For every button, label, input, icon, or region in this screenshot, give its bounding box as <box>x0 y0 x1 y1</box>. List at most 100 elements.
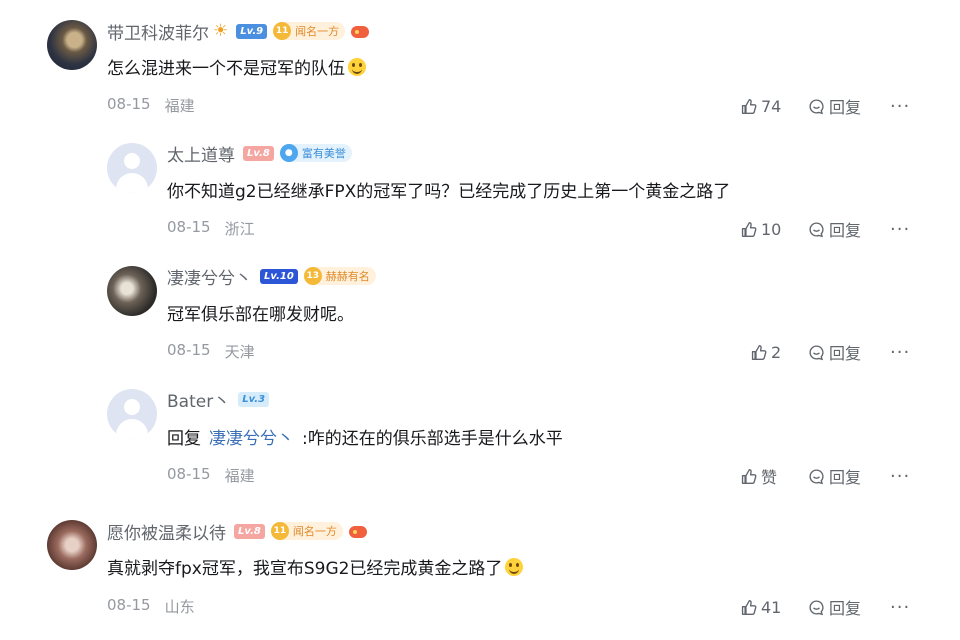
fan-medal: 13 赫赫有名 <box>303 267 376 285</box>
like-button[interactable]: 赞 <box>740 464 808 488</box>
level-badge: Lv.9 <box>236 23 268 39</box>
username[interactable]: 愿你被温柔以待 <box>107 519 226 544</box>
comment-text: 冠军俱乐部在哪发财呢。 <box>167 300 354 325</box>
more-dots-icon[interactable]: ··· <box>890 597 910 618</box>
reply-prefix: 回复 <box>167 429 201 449</box>
sun-icon: ☀ <box>213 21 229 41</box>
reply-button[interactable]: 回复 <box>808 340 890 364</box>
reply-bubble-icon <box>809 468 824 484</box>
comment-date: 08-15 <box>107 596 151 614</box>
comment-text-body: :咋的还在的俱乐部选手是什么水平 <box>302 429 563 449</box>
like-count: 41 <box>761 597 782 617</box>
like-count: 赞 <box>761 468 778 487</box>
comment-text-body: 怎么混进来一个不是冠军的队伍 <box>107 59 345 79</box>
comment-meta: 08-15 福建 <box>107 95 195 116</box>
avatar[interactable] <box>47 20 97 70</box>
mention-link[interactable]: 凄凄兮兮丶 <box>209 424 294 449</box>
level-badge: Lv.10 <box>260 268 298 284</box>
name-row: 凄凄兮兮丶 Lv.10 13 赫赫有名 <box>167 264 376 289</box>
level-badge: Lv.3 <box>238 391 270 407</box>
name-row: 愿你被温柔以待 Lv.8 11 闻名一方 <box>107 519 367 544</box>
fan-medal: 11 闻名一方 <box>270 522 343 540</box>
comment-actions: 41 回复 ··· <box>740 595 910 619</box>
avatar[interactable] <box>107 266 157 316</box>
like-count: 2 <box>771 342 782 362</box>
more-dots-icon[interactable]: ··· <box>890 96 910 117</box>
thumbs-up-icon <box>741 98 757 114</box>
comment-text: 怎么混进来一个不是冠军的队伍 <box>107 54 366 79</box>
reply-bubble-icon <box>809 599 824 615</box>
comment-text: 你不知道g2已经继承FPX的冠军了吗？已经完成了历史上第一个黄金之路了 <box>167 177 730 202</box>
more-dots-icon[interactable]: ··· <box>890 342 910 363</box>
gamepad-icon <box>348 526 367 538</box>
comment-meta: 08-15 天津 <box>167 341 255 362</box>
gamepad-icon <box>351 26 370 38</box>
medal-label: 赫赫有名 <box>325 270 370 283</box>
avatar[interactable] <box>107 389 157 439</box>
comment-meta: 08-15 福建 <box>167 465 255 486</box>
thumbs-up-icon <box>741 221 757 237</box>
level-badge: Lv.8 <box>243 145 274 161</box>
medal-coin-icon: 11 <box>270 522 289 540</box>
reply-label: 回复 <box>829 221 862 240</box>
like-button[interactable]: 74 <box>740 97 808 116</box>
comment-location: 福建 <box>164 97 195 115</box>
name-row: Bater丶 Lv.3 <box>167 387 270 412</box>
reply-bubble-icon <box>809 344 824 360</box>
username[interactable]: 带卫科波菲尔 <box>107 19 209 44</box>
comment-date: 08-15 <box>107 95 151 113</box>
comment-date: 08-15 <box>167 465 211 483</box>
more-dots-icon[interactable]: ··· <box>890 466 910 487</box>
username[interactable]: 太上道尊 <box>167 141 235 166</box>
comment-actions: 赞 回复 ··· <box>740 464 910 488</box>
reply-button[interactable]: 回复 <box>808 464 890 488</box>
location-pin-icon: ● <box>279 144 298 162</box>
medal-label: 富有美誉 <box>301 147 346 160</box>
comment-date: 08-15 <box>167 341 211 359</box>
comment-location: 福建 <box>224 467 255 485</box>
reply-button[interactable]: 回复 <box>808 94 890 118</box>
avatar[interactable] <box>107 143 157 193</box>
reply-button[interactable]: 回复 <box>808 595 890 619</box>
name-row: 带卫科波菲尔 ☀ Lv.9 11 闻名一方 <box>107 19 370 44</box>
comment-date: 08-15 <box>167 218 211 236</box>
comment-actions: 2 回复 ··· <box>740 340 910 364</box>
comment-text-body: 你不知道g2已经继承FPX的冠军了吗？已经完成了历史上第一个黄金之路了 <box>167 182 731 202</box>
name-row: 太上道尊 Lv.8 ● 富有美誉 <box>167 141 352 166</box>
reply-label: 回复 <box>829 344 862 363</box>
like-button[interactable]: 41 <box>740 598 808 617</box>
comment-text: 回复 凄凄兮兮丶 :咋的还在的俱乐部选手是什么水平 <box>167 424 563 449</box>
avatar[interactable] <box>47 520 97 570</box>
medal-coin-icon: 13 <box>303 267 322 285</box>
comment-meta: 08-15 浙江 <box>167 218 255 239</box>
comment-actions: 74 回复 ··· <box>740 94 910 118</box>
smiley-emoji-icon <box>348 57 366 76</box>
comment-actions: 10 回复 ··· <box>740 217 910 241</box>
smiley-emoji-icon <box>505 557 524 576</box>
fan-medal: ● 富有美誉 <box>279 144 352 162</box>
like-button[interactable]: 2 <box>740 343 808 362</box>
comment-location: 浙江 <box>224 220 255 238</box>
medal-label: 闻名一方 <box>295 25 340 38</box>
comment-text-body: 冠军俱乐部在哪发财呢。 <box>167 305 354 325</box>
fan-medal: 11 闻名一方 <box>273 22 346 40</box>
reply-button[interactable]: 回复 <box>808 217 890 241</box>
medal-coin-icon: 11 <box>273 22 292 40</box>
more-dots-icon[interactable]: ··· <box>890 219 910 240</box>
comment-location: 天津 <box>224 343 255 361</box>
thumbs-up-icon <box>741 468 757 484</box>
thumbs-up-icon <box>751 344 767 360</box>
like-button[interactable]: 10 <box>740 220 808 239</box>
reply-label: 回复 <box>829 98 862 117</box>
like-count: 10 <box>761 219 782 239</box>
comment-text: 真就剥夺fpx冠军，我宣布S9G2已经完成黄金之路了 <box>107 554 524 579</box>
level-badge: Lv.8 <box>234 523 265 539</box>
comment-meta: 08-15 山东 <box>107 596 195 617</box>
username[interactable]: 凄凄兮兮丶 <box>167 264 252 289</box>
medal-label: 闻名一方 <box>292 525 337 538</box>
reply-bubble-icon <box>809 98 824 114</box>
username[interactable]: Bater丶 <box>167 387 230 412</box>
reply-label: 回复 <box>829 599 862 618</box>
reply-bubble-icon <box>809 221 824 237</box>
reply-label: 回复 <box>829 468 862 487</box>
